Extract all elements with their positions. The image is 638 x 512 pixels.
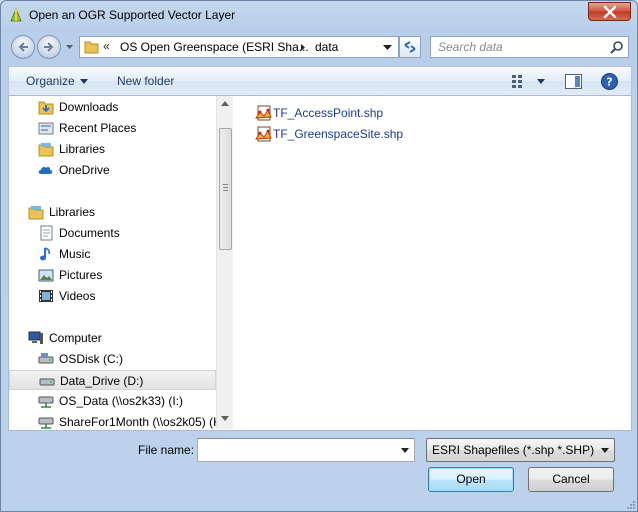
navigation-pane: Downloads Recent Places Libraries OneDri…: [9, 96, 216, 429]
nav-item-osdisk[interactable]: OSDisk (C:): [38, 349, 216, 369]
nav-item-label: OS_Data (\\os2k33) (I:): [59, 394, 184, 408]
title-bar: Open an OGR Supported Vector Layer: [1, 1, 637, 31]
scrollbar-thumb[interactable]: [219, 128, 232, 250]
help-icon[interactable]: ?: [601, 73, 618, 90]
close-button[interactable]: [588, 2, 631, 21]
nav-item-recent-places[interactable]: Recent Places: [38, 118, 216, 138]
breadcrumb-segment[interactable]: data: [315, 40, 338, 54]
preview-pane-icon[interactable]: [565, 74, 582, 89]
change-view-icon[interactable]: [512, 75, 528, 88]
search-placeholder: Search data: [438, 40, 503, 54]
nav-item-label: ShareFor1Month (\\os2k05) (K: [59, 415, 216, 429]
chevron-down-icon[interactable]: [401, 448, 409, 453]
search-input[interactable]: Search data: [430, 36, 629, 58]
nav-item-onedrive[interactable]: OneDrive: [38, 160, 216, 180]
nav-item-label: Libraries: [59, 142, 106, 156]
recent-locations-dropdown-icon[interactable]: [65, 43, 74, 51]
chevron-down-icon[interactable]: [383, 45, 392, 51]
svg-text:?: ?: [606, 76, 612, 89]
nav-item-libraries-group[interactable]: Libraries: [28, 202, 216, 222]
scroll-up-arrow-icon[interactable]: [221, 101, 229, 106]
nav-item-label: OSDisk (C:): [59, 352, 123, 366]
close-icon: [603, 6, 617, 18]
downloads-folder-icon: [38, 99, 54, 115]
videos-icon: [38, 288, 54, 304]
nav-item-label: Videos: [59, 289, 96, 303]
chevron-down-icon[interactable]: [537, 79, 545, 84]
address-bar[interactable]: « OS Open Greenspace (ESRI Sha... data: [79, 36, 399, 58]
nav-item-label: Libraries: [49, 205, 96, 219]
chevron-down-icon[interactable]: [80, 79, 88, 84]
file-type-filter-select[interactable]: ESRI Shapefiles (*.shp *.SHP): [426, 438, 615, 462]
nav-item-os-data[interactable]: OS_Data (\\os2k33) (I:): [38, 391, 216, 411]
nav-pane-scrollbar[interactable]: [216, 96, 233, 429]
network-drive-icon: [38, 414, 54, 429]
scroll-down-arrow-icon[interactable]: [221, 416, 229, 421]
command-bar: Organize New folder ?: [8, 66, 632, 96]
breadcrumb-arrow-icon[interactable]: [299, 43, 307, 52]
nav-item-label: Data_Drive (D:): [60, 374, 144, 388]
nav-item-label: Recent Places: [59, 121, 137, 135]
network-drive-icon: [38, 393, 54, 409]
libraries-icon: [28, 204, 44, 220]
nav-item-computer[interactable]: Computer: [28, 328, 216, 348]
open-dialog-window: Open an OGR Supported Vector Layer « OS …: [0, 0, 638, 512]
window-title: Open an OGR Supported Vector Layer: [29, 8, 236, 22]
nav-item-label: OneDrive: [59, 163, 110, 177]
hard-drive-icon: [39, 373, 55, 389]
cancel-button[interactable]: Cancel: [528, 467, 614, 492]
nav-item-label: Computer: [49, 331, 102, 345]
chevron-down-icon: [601, 448, 609, 453]
nav-item-label: Pictures: [59, 268, 103, 282]
refresh-button[interactable]: [399, 36, 421, 58]
file-name-label: File name:: [138, 443, 195, 457]
breadcrumb-segment[interactable]: OS Open Greenspace (ESRI Sha...: [120, 40, 309, 54]
nav-item-pictures[interactable]: Pictures: [38, 265, 216, 285]
nav-item-sharefor1month[interactable]: ShareFor1Month (\\os2k05) (K: [38, 412, 216, 429]
file-list: TF_AccessPoint.shp TF_GreenspaceSite.shp: [234, 96, 631, 429]
organize-button[interactable]: Organize: [26, 74, 75, 88]
nav-item-libraries[interactable]: Libraries: [38, 139, 216, 159]
resize-grip-icon[interactable]: [625, 499, 635, 509]
file-name: TF_AccessPoint.shp: [273, 106, 384, 120]
back-button[interactable]: [11, 35, 35, 59]
file-type-filter-value: ESRI Shapefiles (*.shp *.SHP): [432, 443, 595, 457]
nav-item-label: Music: [59, 247, 91, 261]
shapefile-icon: [255, 105, 272, 125]
nav-item-documents[interactable]: Documents: [38, 223, 216, 243]
nav-item-label: Downloads: [59, 100, 119, 114]
recent-places-icon: [38, 120, 54, 136]
address-overflow-chevron[interactable]: «: [103, 39, 110, 53]
content-area: Downloads Recent Places Libraries OneDri…: [8, 96, 632, 431]
libraries-icon: [38, 141, 54, 157]
folder-icon: [84, 40, 99, 57]
qgis-app-icon: [8, 7, 24, 23]
hard-drive-icon: [38, 351, 54, 367]
nav-item-data-drive[interactable]: Data_Drive (D:): [9, 370, 216, 390]
new-folder-button[interactable]: New folder: [117, 74, 174, 88]
nav-item-music[interactable]: Music: [38, 244, 216, 264]
nav-item-videos[interactable]: Videos: [38, 286, 216, 306]
onedrive-icon: [38, 162, 54, 178]
music-icon: [38, 246, 54, 262]
forward-arrow-icon: [44, 42, 54, 52]
pictures-icon: [38, 267, 54, 283]
file-name-input[interactable]: [197, 438, 415, 462]
back-arrow-icon: [18, 42, 28, 52]
refresh-icon: [404, 41, 416, 53]
grip-icon: [223, 184, 228, 191]
search-icon[interactable]: [610, 40, 624, 54]
shapefile-icon: [255, 126, 272, 146]
nav-item-label: Documents: [59, 226, 120, 240]
nav-item-downloads[interactable]: Downloads: [38, 97, 216, 117]
open-button[interactable]: Open: [428, 467, 514, 492]
documents-icon: [38, 225, 54, 241]
file-name: TF_GreenspaceSite.shp: [273, 127, 404, 141]
computer-icon: [28, 330, 44, 346]
forward-button[interactable]: [37, 35, 61, 59]
